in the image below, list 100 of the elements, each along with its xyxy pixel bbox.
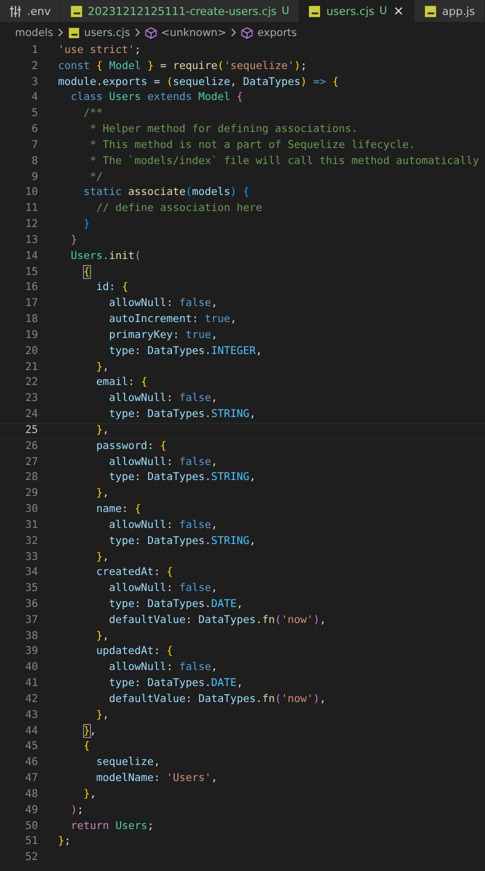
code-line: * Helper method for defining associations. xyxy=(88,122,358,138)
code-line: createdAt: { xyxy=(95,565,173,580)
line-number: 45 xyxy=(24,739,39,754)
line-number: 21 xyxy=(24,360,39,375)
line-number: 37 xyxy=(24,612,39,628)
code-line: * The `models/index` file will call this method automatically xyxy=(88,154,479,169)
code-line: type: DataTypes.DATE, xyxy=(108,676,244,692)
code-line: }, xyxy=(95,708,110,723)
editor-tab[interactable]: 20231212125111-create-users.cjs U xyxy=(60,0,300,22)
line-number: 10 xyxy=(24,185,39,200)
tab-label: 20231212125111-create-users.cjs xyxy=(88,4,277,18)
line-number: 7 xyxy=(30,138,39,153)
line-number: 47 xyxy=(24,771,39,786)
line-number: 1 xyxy=(30,43,39,58)
code-line: Users.init( xyxy=(70,248,141,264)
line-number: 22 xyxy=(24,375,39,390)
line-number: 40 xyxy=(24,660,39,676)
code-line: sequelize, xyxy=(95,755,160,770)
line-number: 14 xyxy=(24,248,39,264)
code-line: allowNull: false, xyxy=(108,454,218,470)
tab-label: app.js xyxy=(442,4,475,18)
line-number: 29 xyxy=(24,486,39,502)
code-line: defaultValue: DataTypes.fn('now'), xyxy=(108,692,326,707)
line-number: 27 xyxy=(24,454,39,470)
line-number: 30 xyxy=(24,502,39,518)
chevron-icon xyxy=(230,28,238,37)
line-number: 39 xyxy=(24,644,39,660)
line-number: 51 xyxy=(24,834,39,850)
code-line: type: DataTypes.STRING, xyxy=(108,470,256,486)
code-line: ); xyxy=(70,802,84,818)
editor-tab[interactable]: .env xyxy=(0,0,61,22)
code-line: class Users extends Model { xyxy=(70,90,244,106)
line-number: 2 xyxy=(30,58,39,74)
line-number: 11 xyxy=(24,201,39,216)
line-number: 44 xyxy=(24,724,39,739)
line-number: 38 xyxy=(24,628,39,644)
tab-label: users.cjs xyxy=(326,4,374,18)
line-number: 36 xyxy=(24,596,39,612)
line-number: 46 xyxy=(24,755,39,770)
line-number: 4 xyxy=(30,90,39,106)
code-line: allowNull: false, xyxy=(108,518,218,533)
code-line: }, xyxy=(95,628,110,644)
code-line: id: { xyxy=(95,280,128,296)
line-number: 13 xyxy=(24,232,39,248)
js-file-icon xyxy=(424,4,437,18)
line-number: 17 xyxy=(24,296,39,312)
code-line: /** xyxy=(82,106,103,122)
line-number: 26 xyxy=(24,438,39,454)
chevron-icon xyxy=(57,28,64,37)
line-number: 42 xyxy=(24,692,39,707)
line-number: 48 xyxy=(24,786,39,802)
editor-tab[interactable]: users.cjs U × xyxy=(299,0,415,22)
line-number: 43 xyxy=(24,708,39,723)
code-line: }, xyxy=(95,424,110,438)
code-line: type: DataTypes.DATE, xyxy=(108,596,244,612)
line-number: 24 xyxy=(24,407,39,422)
code-line: password: { xyxy=(95,438,166,454)
code-line: }, xyxy=(95,550,110,564)
line-number: 25 xyxy=(24,424,39,438)
line-number: 3 xyxy=(30,74,39,90)
line-number: 18 xyxy=(24,312,39,328)
line-number: 5 xyxy=(30,106,39,122)
line-number: 20 xyxy=(24,344,39,359)
code-line: updatedAt: { xyxy=(95,644,173,660)
line-number: 34 xyxy=(24,565,39,580)
line-number: 16 xyxy=(24,280,39,296)
chevron-icon xyxy=(134,28,142,37)
line-number: 35 xyxy=(24,581,39,596)
code-line: type: DataTypes.STRING, xyxy=(108,407,256,422)
close-button[interactable]: × xyxy=(392,4,405,18)
line-number: 32 xyxy=(24,534,39,549)
js-file-icon xyxy=(70,4,83,18)
cube-icon xyxy=(241,26,254,38)
line-number: 50 xyxy=(24,818,39,834)
code-line: { xyxy=(82,739,90,754)
line-number: 31 xyxy=(24,518,39,533)
line-number: 23 xyxy=(24,391,39,406)
line-number: 12 xyxy=(24,217,39,232)
code-line: type: DataTypes.INTEGER, xyxy=(108,344,262,359)
line-number: 41 xyxy=(24,676,39,692)
line-number: 9 xyxy=(30,170,39,185)
breadcrumb-item[interactable]: users.cjs xyxy=(84,26,130,38)
breadcrumb-item[interactable]: models xyxy=(15,26,54,38)
code-line: autoIncrement: true, xyxy=(108,312,237,328)
code-line: return Users; xyxy=(70,818,154,834)
line-number: 15 xyxy=(24,264,39,280)
breadcrumb-item[interactable]: exports xyxy=(257,26,297,38)
code-line: type: DataTypes.STRING, xyxy=(108,534,256,549)
code-line: allowNull: false, xyxy=(108,391,218,406)
line-number: 19 xyxy=(24,328,39,343)
code-line: email: { xyxy=(95,375,148,390)
git-status: U xyxy=(282,5,290,17)
line-number: 28 xyxy=(24,470,39,486)
git-status: U xyxy=(379,5,388,17)
code-line: { xyxy=(82,264,90,280)
code-line: allowNull: false, xyxy=(108,296,218,312)
editor-tab[interactable]: app.js xyxy=(414,0,485,22)
breadcrumb-item[interactable]: <unknown> xyxy=(161,26,226,38)
code-line: } xyxy=(70,232,78,248)
tab-label: .env xyxy=(27,4,51,18)
